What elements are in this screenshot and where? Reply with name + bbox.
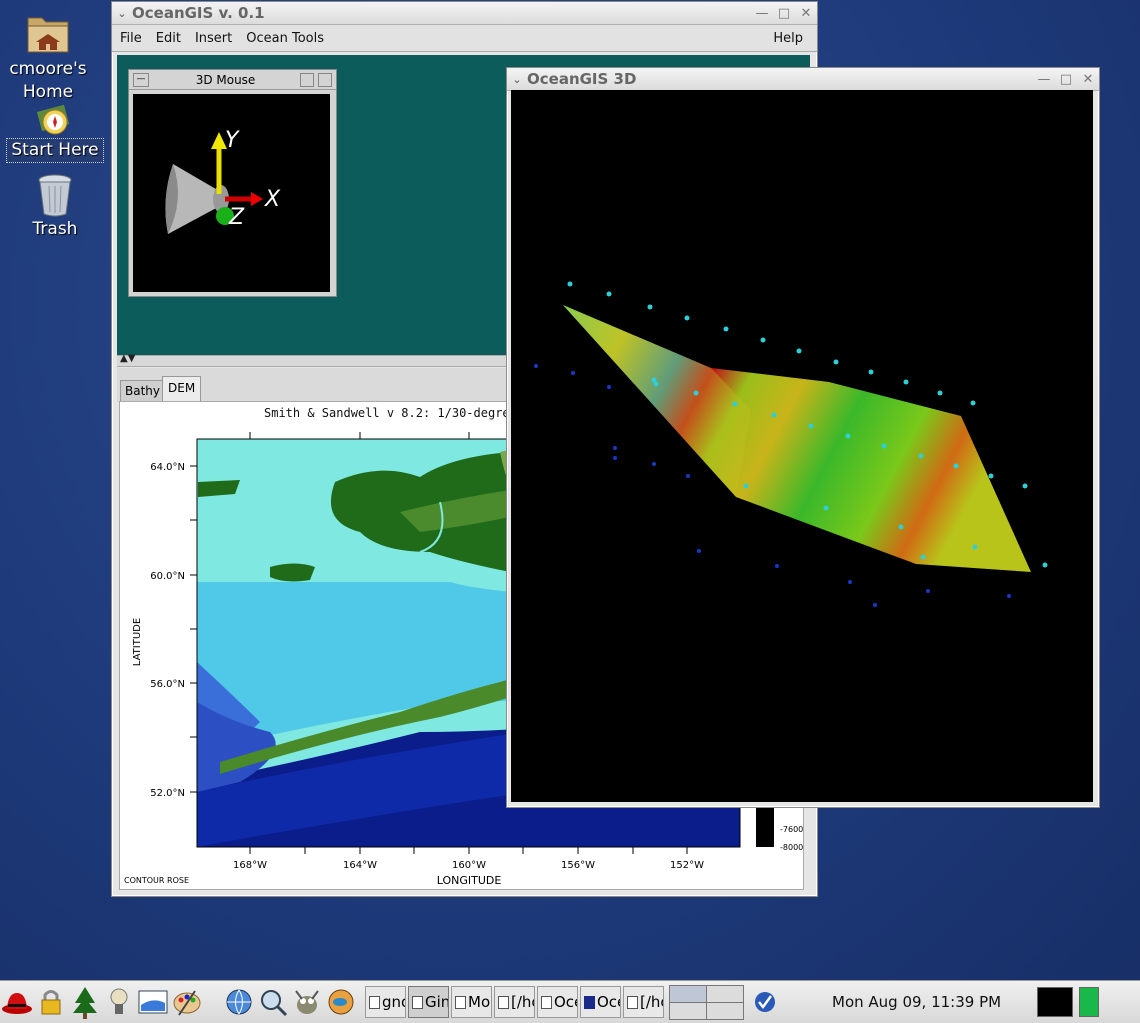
y-tick-label: 56.0°N [150,679,185,690]
writer-icon[interactable] [136,984,170,1020]
desktop-icon-label: Trash [32,219,78,239]
splitter-arrows-icon[interactable]: ▲▼ [120,353,135,364]
menu-edit[interactable]: Edit [150,31,187,46]
task-button[interactable]: gno [365,986,406,1018]
desktop-icon-label: Start Here [6,138,104,163]
lock-icon[interactable] [34,984,68,1020]
tab-dem[interactable]: DEM [162,376,202,401]
legend-tick: -7600 [780,825,803,834]
menu-help[interactable]: Help [767,31,809,46]
panel-menu-icon[interactable]: — [133,72,149,87]
task-button[interactable]: Oce [580,986,621,1018]
y-tick-label: 60.0°N [150,571,185,582]
workspace-pager[interactable] [669,984,744,1020]
task-button[interactable]: [/hc [623,986,664,1018]
panel-maximize-icon[interactable] [318,72,332,87]
oceangis-3d-window: ⌄ OceanGIS 3D — □ ✕ [506,67,1100,808]
trash-icon [38,174,72,217]
x-axis-label: LONGITUDE [437,874,502,887]
axis-gizmo: Y X Z [165,128,281,234]
window-icon [369,995,380,1009]
main-menubar: File Edit Insert Ocean Tools Help [112,25,817,52]
window-icon [627,995,638,1009]
taskbar: gno Gin Mo [/hc Oce Oce [/hc Mon Aug 09,… [0,980,1140,1023]
task-button[interactable]: Oce [537,986,578,1018]
task-button[interactable]: Mo [451,986,492,1018]
menu-ocean-tools[interactable]: Ocean Tools [240,31,330,46]
fish-icon[interactable] [324,984,358,1020]
window-icon [541,995,552,1009]
redhat-menu-icon[interactable] [0,984,34,1020]
desktop-icon-start-here[interactable]: Start Here [6,104,104,163]
app-icon [584,995,595,1009]
window-icon [412,995,423,1009]
minimize-icon[interactable]: — [1033,72,1055,87]
search-magnifier-icon[interactable] [256,984,290,1020]
close-icon[interactable]: ✕ [1077,72,1099,87]
viewer-titlebar[interactable]: ⌄ OceanGIS 3D — □ ✕ [507,68,1099,91]
task-button[interactable]: [/hc [494,986,535,1018]
bulb-tool-icon[interactable] [102,984,136,1020]
menu-file[interactable]: File [114,31,148,46]
workspace-4[interactable] [707,1002,743,1019]
y-tick-label: 64.0°N [150,462,185,473]
x-tick-label: 156°W [561,860,595,871]
desktop-icon-trash[interactable]: Trash [10,172,100,241]
maximize-icon[interactable]: □ [1055,72,1077,87]
axis-label-y: Y [225,128,240,153]
mouse-panel-titlebar[interactable]: — 3D Mouse [129,70,336,90]
home-folder-icon [27,17,69,53]
close-icon[interactable]: ✕ [795,6,817,21]
window-menu-icon[interactable]: ⌄ [112,7,132,20]
maximize-icon[interactable]: □ [773,6,795,21]
y-tick-label: 52.0°N [150,788,185,799]
x-tick-label: 152°W [670,860,704,871]
tray-green-square[interactable] [1079,987,1100,1017]
axis-label-z: Z [228,205,245,230]
workspace-2[interactable] [707,985,743,1002]
main-window-titlebar[interactable]: ⌄ OceanGIS v. 0.1 — □ ✕ [112,2,817,25]
mouse-3d-view[interactable]: Y X Z [133,94,330,292]
tray-black-square[interactable] [1037,987,1074,1017]
workspace-1[interactable] [670,985,706,1002]
clock[interactable]: Mon Aug 09, 11:39 PM [832,993,1001,1011]
menu-insert[interactable]: Insert [189,31,238,46]
gimp-icon[interactable] [290,984,324,1020]
viewer-3d-canvas[interactable] [511,90,1093,802]
main-window-title: OceanGIS v. 0.1 [132,4,265,22]
viewer-window-title: OceanGIS 3D [527,70,637,88]
tree-icon[interactable] [68,984,102,1020]
paint-icon[interactable] [170,984,204,1020]
x-tick-label: 160°W [452,860,486,871]
x-tick-label: 164°W [343,860,377,871]
panel-iconify-icon[interactable] [300,72,314,87]
network-globe-icon[interactable] [222,984,256,1020]
x-tick-label: 168°W [233,860,267,871]
map-corner-label: CONTOUR ROSE [124,876,189,885]
desktop-icon-home[interactable]: cmoore's Home [2,8,94,104]
bathymetry-surface [534,281,1048,607]
axis-label-x: X [264,187,281,212]
minimize-icon[interactable]: — [751,6,773,21]
legend-tick: -8000 [780,843,803,852]
update-check-icon[interactable] [748,984,782,1020]
workspace-3[interactable] [670,1002,706,1019]
task-button[interactable]: Gin [408,986,449,1018]
mouse-panel-title: 3D Mouse [195,72,256,87]
window-icon [455,995,466,1009]
window-menu-icon[interactable]: ⌄ [507,73,527,86]
desktop-icon-label: cmoore's Home [9,59,87,102]
window-icon [498,995,509,1009]
y-axis-label: LATITUDE [132,618,143,666]
compass-icon [36,104,70,135]
tab-bathy[interactable]: Bathy [120,380,165,402]
mouse-3d-panel[interactable]: — 3D Mouse Y X Z [128,69,337,297]
